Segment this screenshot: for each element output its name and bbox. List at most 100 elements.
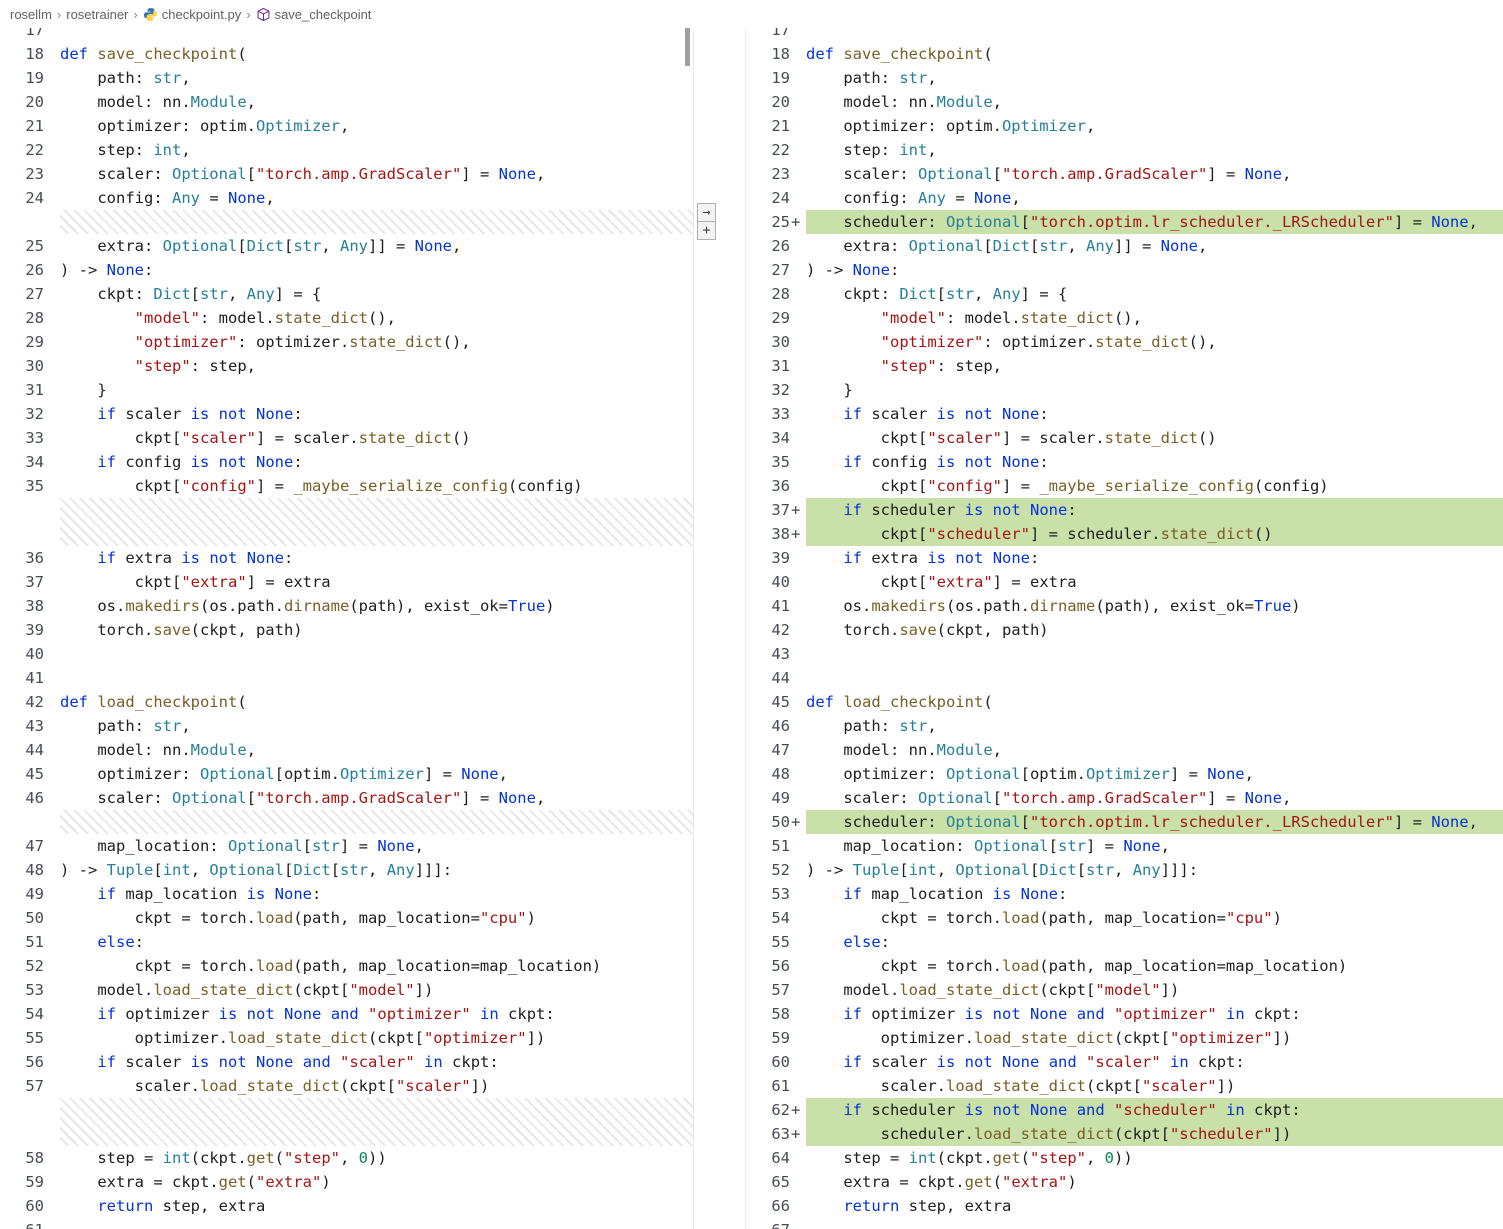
code-line[interactable]: 54 if optimizer is not None and "optimiz… [0,1002,693,1026]
code-line[interactable]: 49 if map_location is None: [0,882,693,906]
code-line[interactable]: 21 optimizer: optim.Optimizer, [746,114,1503,138]
code-line[interactable]: 52) -> Tuple[int, Optional[Dict[str, Any… [746,858,1503,882]
code-line[interactable]: 67 [746,1218,1503,1229]
code-line[interactable]: 45 optimizer: Optional[optim.Optimizer] … [0,762,693,786]
code-line[interactable]: 37 ckpt["extra"] = extra [0,570,693,594]
code-line[interactable]: 57 scaler.load_state_dict(ckpt["scaler"]… [0,1074,693,1098]
code-line[interactable]: 48 optimizer: Optional[optim.Optimizer] … [746,762,1503,786]
scrollbar-thumb[interactable] [685,28,690,66]
code-line[interactable]: 38 os.makedirs(os.path.dirname(path), ex… [0,594,693,618]
code-line[interactable]: 17 [746,28,1503,42]
code-line[interactable]: 60 if scaler is not None and "scaler" in… [746,1050,1503,1074]
code-line[interactable]: 42 def load_checkpoint( [0,690,693,714]
code-line[interactable]: 29 "model": model.state_dict(), [746,306,1503,330]
code-line[interactable]: 40 [0,642,693,666]
breadcrumb-item-rosetrainer[interactable]: rosetrainer [66,7,128,22]
code-line[interactable]: 23 scaler: Optional["torch.amp.GradScale… [0,162,693,186]
code-line[interactable]: 58 if optimizer is not None and "optimiz… [746,1002,1503,1026]
code-line[interactable]: 25 extra: Optional[Dict[str, Any]] = Non… [0,234,693,258]
code-line[interactable]: 27) -> None: [746,258,1503,282]
code-line[interactable]: 58 step = int(ckpt.get("step", 0)) [0,1146,693,1170]
code-line[interactable]: 28 "model": model.state_dict(), [0,306,693,330]
code-line[interactable]: 22 step: int, [0,138,693,162]
code-line[interactable]: 65 extra = ckpt.get("extra") [746,1170,1503,1194]
code-line[interactable]: 48) -> Tuple[int, Optional[Dict[str, Any… [0,858,693,882]
code-line[interactable]: 33 if scaler is not None: [746,402,1503,426]
revert-change-button[interactable]: → [697,203,716,222]
code-line[interactable]: 46 path: str, [746,714,1503,738]
code-line[interactable]: 47 map_location: Optional[str] = None, [0,834,693,858]
code-line[interactable]: 33 ckpt["scaler"] = scaler.state_dict() [0,426,693,450]
code-line[interactable]: 31 } [0,378,693,402]
code-line[interactable]: 44 model: nn.Module, [0,738,693,762]
code-line[interactable]: 26 extra: Optional[Dict[str, Any]] = Non… [746,234,1503,258]
code-line[interactable]: 31 "step": step, [746,354,1503,378]
code-line[interactable]: 19 path: str, [746,66,1503,90]
code-line[interactable]: 51 else: [0,930,693,954]
code-line[interactable]: 49 scaler: Optional["torch.amp.GradScale… [746,786,1503,810]
code-line[interactable]: 36 ckpt["config"] = _maybe_serialize_con… [746,474,1503,498]
code-line[interactable]: 40 ckpt["extra"] = extra [746,570,1503,594]
code-line[interactable]: 61 scaler.load_state_dict(ckpt["scaler"]… [746,1074,1503,1098]
code-line[interactable]: 55 else: [746,930,1503,954]
code-line[interactable]: 18 def save_checkpoint( [746,42,1503,66]
code-line[interactable]: 41 os.makedirs(os.path.dirname(path), ex… [746,594,1503,618]
code-line-added[interactable]: 62 + if scheduler is not None and "schedu… [746,1098,1503,1122]
code-line[interactable]: 35 ckpt["config"] = _maybe_serialize_con… [0,474,693,498]
code-line[interactable]: 28 ckpt: Dict[str, Any] = { [746,282,1503,306]
code-line[interactable]: 39 torch.save(ckpt, path) [0,618,693,642]
code-line[interactable]: 30 "step": step, [0,354,693,378]
stage-change-button[interactable]: + [697,221,716,240]
code-line[interactable]: 45 def load_checkpoint( [746,690,1503,714]
code-line[interactable]: 20 model: nn.Module, [746,90,1503,114]
code-line[interactable]: 26) -> None: [0,258,693,282]
code-line[interactable]: 44 [746,666,1503,690]
code-line[interactable]: 59 extra = ckpt.get("extra") [0,1170,693,1194]
code-line[interactable]: 34 ckpt["scaler"] = scaler.state_dict() [746,426,1503,450]
code-line[interactable]: 59 optimizer.load_state_dict(ckpt["optim… [746,1026,1503,1050]
breadcrumb-item-save-checkpoint[interactable]: save_checkpoint [256,7,371,22]
code-line[interactable]: 20 model: nn.Module, [0,90,693,114]
code-line[interactable]: 64 step = int(ckpt.get("step", 0)) [746,1146,1503,1170]
code-line[interactable]: 32 } [746,378,1503,402]
code-line[interactable]: 57 model.load_state_dict(ckpt["model"]) [746,978,1503,1002]
code-line[interactable]: 61 [0,1218,693,1229]
code-line[interactable]: 17 [0,28,693,42]
code-line-added[interactable]: 63 + scheduler.load_state_dict(ckpt["sche… [746,1122,1503,1146]
code-line[interactable]: 24 config: Any = None, [0,186,693,210]
code-line[interactable]: 50 ckpt = torch.load(path, map_location=… [0,906,693,930]
code-line[interactable]: 60 return step, extra [0,1194,693,1218]
code-line[interactable]: 46 scaler: Optional["torch.amp.GradScale… [0,786,693,810]
code-line[interactable]: 19 path: str, [0,66,693,90]
code-line[interactable]: 27 ckpt: Dict[str, Any] = { [0,282,693,306]
code-line[interactable]: 53 if map_location is None: [746,882,1503,906]
code-line[interactable]: 43 path: str, [0,714,693,738]
code-line-added[interactable]: 37 + if scheduler is not None: [746,498,1503,522]
code-line[interactable]: 32 if scaler is not None: [0,402,693,426]
code-line-added[interactable]: 25 + scheduler: Optional["torch.optim.lr_… [746,210,1503,234]
code-line[interactable]: 55 optimizer.load_state_dict(ckpt["optim… [0,1026,693,1050]
breadcrumb-item-checkpoint-py[interactable]: checkpoint.py [143,7,241,22]
code-line-added[interactable]: 50 + scheduler: Optional["torch.optim.lr_… [746,810,1503,834]
code-line[interactable]: 56 ckpt = torch.load(path, map_location=… [746,954,1503,978]
code-line[interactable]: 42 torch.save(ckpt, path) [746,618,1503,642]
diff-pane-modified[interactable]: 17 18 def save_checkpoint(19 path: str, 20 … [745,28,1503,1229]
code-line[interactable]: 22 step: int, [746,138,1503,162]
code-line[interactable]: 47 model: nn.Module, [746,738,1503,762]
code-line[interactable]: 56 if scaler is not None and "scaler" in… [0,1050,693,1074]
code-line[interactable]: 36 if extra is not None: [0,546,693,570]
code-line[interactable]: 23 scaler: Optional["torch.amp.GradScale… [746,162,1503,186]
code-line[interactable]: 41 [0,666,693,690]
code-line[interactable]: 18 def save_checkpoint( [0,42,693,66]
code-line[interactable]: 39 if extra is not None: [746,546,1503,570]
code-line[interactable]: 21 optimizer: optim.Optimizer, [0,114,693,138]
code-line[interactable]: 30 "optimizer": optimizer.state_dict(), [746,330,1503,354]
code-line[interactable]: 52 ckpt = torch.load(path, map_location=… [0,954,693,978]
code-line[interactable]: 43 [746,642,1503,666]
code-line[interactable]: 66 return step, extra [746,1194,1503,1218]
code-line[interactable]: 35 if config is not None: [746,450,1503,474]
code-line[interactable]: 51 map_location: Optional[str] = None, [746,834,1503,858]
code-line-added[interactable]: 38 + ckpt["scheduler"] = scheduler.state_… [746,522,1503,546]
code-line[interactable]: 54 ckpt = torch.load(path, map_location=… [746,906,1503,930]
code-line[interactable]: 53 model.load_state_dict(ckpt["model"]) [0,978,693,1002]
